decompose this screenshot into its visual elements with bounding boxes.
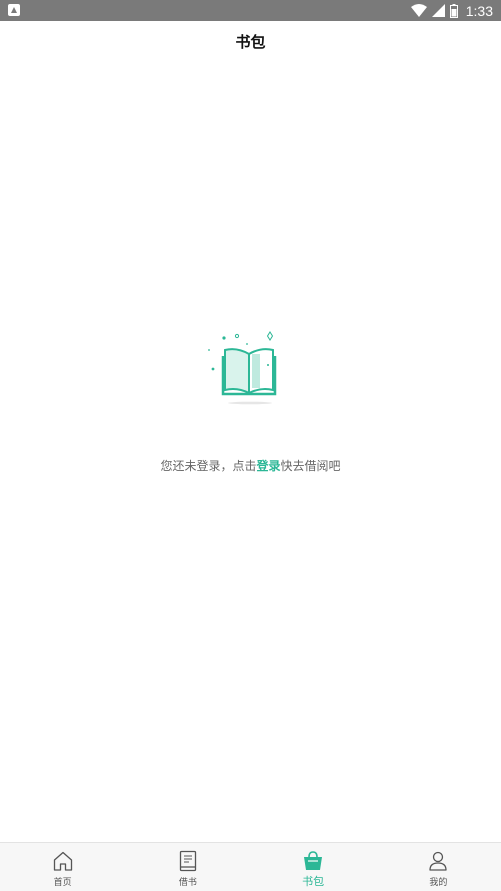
title-bar: 书包 — [0, 21, 501, 61]
empty-message-suffix: 快去借阅吧 — [280, 459, 341, 473]
tab-bag-label: 书包 — [302, 875, 325, 888]
bag-icon — [304, 851, 323, 870]
signal-icon — [431, 4, 445, 17]
book-icon — [179, 850, 197, 872]
empty-message-prefix: 您还未登录，点击 — [160, 459, 257, 473]
empty-state-message: 您还未登录，点击登录快去借阅吧 — [0, 457, 501, 474]
home-icon — [53, 851, 72, 871]
page-title: 书包 — [235, 33, 266, 51]
notification-app-icon — [8, 4, 20, 16]
tab-mine-label: 我的 — [429, 878, 448, 888]
tab-bag[interactable]: 书包 — [251, 843, 376, 891]
status-time: 1:33 — [465, 2, 493, 19]
bottom-tab-bar: 首页 借书 书包 我的 — [0, 842, 501, 891]
tab-home[interactable]: 首页 — [0, 843, 125, 891]
status-indicators: 1:33 — [410, 2, 493, 19]
user-icon — [429, 851, 448, 871]
tab-mine[interactable]: 我的 — [376, 843, 501, 891]
login-link[interactable]: 登录 — [256, 459, 280, 473]
wifi-icon — [410, 4, 427, 17]
open-book-icon — [196, 326, 306, 410]
status-bar: 1:33 — [0, 0, 501, 21]
tab-home-label: 首页 — [53, 878, 72, 888]
tab-borrow[interactable]: 借书 — [125, 843, 250, 891]
battery-icon — [449, 3, 458, 18]
tab-borrow-label: 借书 — [178, 878, 197, 888]
